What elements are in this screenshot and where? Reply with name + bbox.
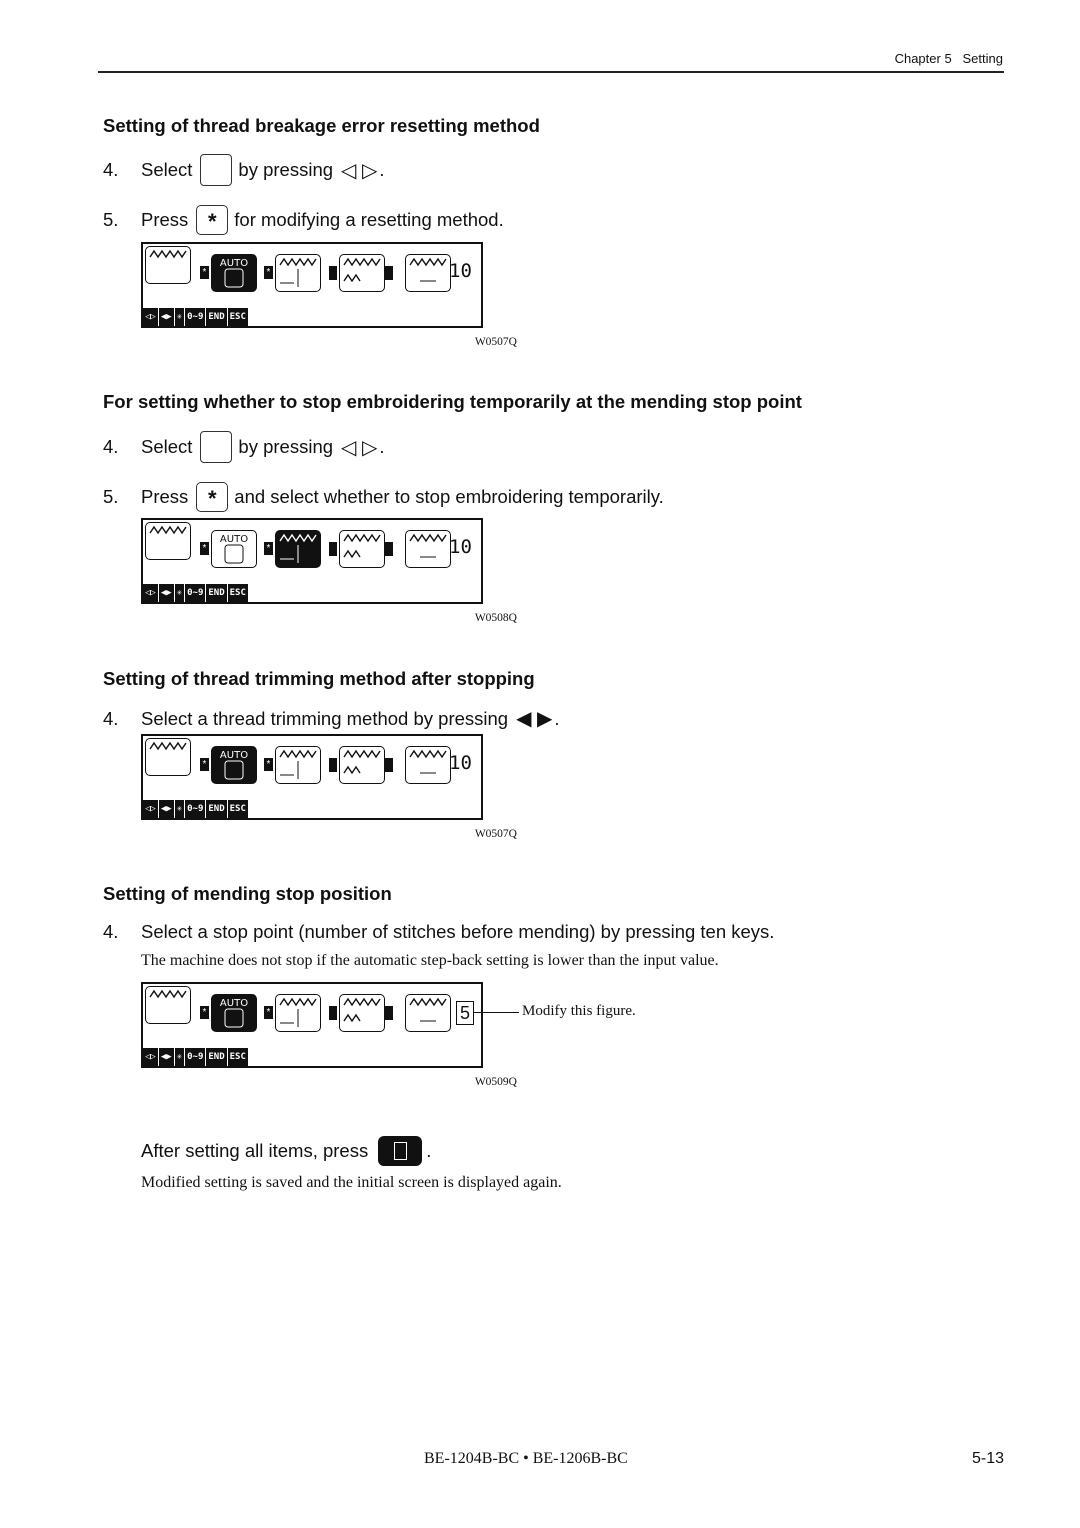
asterisk-key-icon: * xyxy=(196,205,229,235)
lcd-screen-figure: * AUTO * 10 ◁▷ ◀▶ ✳ 0~9 END ESC W0507Q xyxy=(141,734,517,840)
left-right-solid-arrows-icon: ◀ ▶ xyxy=(516,708,553,730)
asterisk-marker: * xyxy=(200,266,209,279)
asterisk-marker: * xyxy=(264,758,273,771)
right-arrow-icon xyxy=(385,1006,393,1020)
svg-text:AUTO: AUTO xyxy=(220,998,248,1009)
lcd-key-bar: ◁▷ ◀▶ ✳ 0~9 END ESC xyxy=(143,800,248,818)
header-rule xyxy=(98,71,1004,73)
step: 4. Select by pressing ◁ ▷. xyxy=(103,431,385,463)
mending-stop-icon xyxy=(275,994,321,1032)
chapter-label: Chapter 5 xyxy=(894,51,952,66)
left-right-outline-arrows-icon: ◁ ▷ xyxy=(341,436,378,459)
stitch-count-icon xyxy=(405,530,451,568)
mending-hand-icon xyxy=(145,738,191,776)
section-label: Setting xyxy=(962,51,1003,66)
thread-trim-icon xyxy=(339,530,385,568)
stop-value: 10 xyxy=(449,536,472,558)
footer-model: BE-1204B-BC • BE-1206B-BC xyxy=(424,1450,628,1467)
mending-stop-icon xyxy=(275,530,321,568)
section-title: Setting of thread trimming method after … xyxy=(103,668,535,689)
mending-stop-icon xyxy=(275,254,321,292)
final-note: Modified setting is saved and the initia… xyxy=(141,1174,562,1191)
section-title: For setting whether to stop embroidering… xyxy=(103,391,802,412)
save-settings-key-icon xyxy=(378,1136,423,1166)
figure-caption: W0509Q xyxy=(474,1076,517,1088)
page-number: 5-13 xyxy=(971,1450,1004,1467)
stitch-count-icon xyxy=(405,254,451,292)
thread-trim-icon xyxy=(339,254,385,292)
mending-stop-icon xyxy=(200,431,233,463)
section-title: Setting of thread breakage error resetti… xyxy=(103,115,540,136)
callout-text: Modify this figure. xyxy=(522,1003,636,1019)
lcd-screen-figure: * AUTO * 10 ◁▷ ◀▶ ✳ 0~9 END ESC W0508Q xyxy=(141,518,517,624)
mending-hand-icon xyxy=(145,246,191,284)
asterisk-marker: * xyxy=(200,542,209,555)
auto-reset-icon: AUTO xyxy=(211,994,257,1032)
auto-reset-icon xyxy=(200,154,233,186)
mending-hand-icon xyxy=(145,522,191,560)
mending-stop-icon xyxy=(275,746,321,784)
lcd-screen-figure: * AUTO * 5 ◁▷ ◀▶ ✳ 0~9 END ESC W0509Q xyxy=(141,982,517,1088)
lcd-key-bar: ◁▷ ◀▶ ✳ 0~9 END ESC xyxy=(143,1048,248,1066)
asterisk-key-icon: * xyxy=(196,482,229,512)
lcd-screen-figure: * AUTO * 10 ◁▷ ◀▶ ✳ 0~9 END ESC W0507Q xyxy=(141,242,517,348)
right-arrow-icon xyxy=(385,266,393,280)
callout-line xyxy=(473,1012,519,1013)
thread-trim-icon xyxy=(339,994,385,1032)
asterisk-marker: * xyxy=(200,758,209,771)
auto-reset-icon: AUTO xyxy=(211,254,257,292)
left-arrow-icon xyxy=(329,542,337,556)
auto-reset-icon: AUTO xyxy=(211,530,257,568)
stop-value: 10 xyxy=(449,260,472,282)
figure-caption: W0507Q xyxy=(474,336,517,348)
mending-hand-icon xyxy=(145,986,191,1024)
stitch-count-icon xyxy=(405,994,451,1032)
left-right-outline-arrows-icon: ◁ ▷ xyxy=(341,159,378,182)
step: 4. Select a thread trimming method by pr… xyxy=(103,707,560,731)
svg-text:AUTO: AUTO xyxy=(220,750,248,761)
stop-value: 10 xyxy=(449,752,472,774)
svg-text:AUTO: AUTO xyxy=(220,534,248,545)
stop-value-box: 5 xyxy=(456,1001,474,1025)
step: 5. Press * for modifying a resetting met… xyxy=(103,205,504,235)
page-header: Chapter 5 Setting xyxy=(895,51,1003,66)
svg-text:AUTO: AUTO xyxy=(220,258,248,269)
step: 4. Select by pressing ◁ ▷. xyxy=(103,154,385,186)
right-arrow-icon xyxy=(385,758,393,772)
left-arrow-icon xyxy=(329,758,337,772)
step: 5. Press * and select whether to stop em… xyxy=(103,482,664,512)
asterisk-marker: * xyxy=(264,266,273,279)
left-arrow-icon xyxy=(329,1006,337,1020)
lcd-key-bar: ◁▷ ◀▶ ✳ 0~9 END ESC xyxy=(143,584,248,602)
figure-caption: W0507Q xyxy=(474,828,517,840)
auto-reset-icon: AUTO xyxy=(211,746,257,784)
asterisk-marker: * xyxy=(200,1006,209,1019)
left-arrow-icon xyxy=(329,266,337,280)
section-title: Setting of mending stop position xyxy=(103,883,392,904)
lcd-key-bar: ◁▷ ◀▶ ✳ 0~9 END ESC xyxy=(143,308,248,326)
final-step: After setting all items, press . xyxy=(141,1136,431,1166)
step: 4. Select a stop point (number of stitch… xyxy=(103,921,775,942)
right-arrow-icon xyxy=(385,542,393,556)
figure-caption: W0508Q xyxy=(474,612,517,624)
thread-trim-icon xyxy=(339,746,385,784)
asterisk-marker: * xyxy=(264,1006,273,1019)
stitch-count-icon xyxy=(405,746,451,784)
asterisk-marker: * xyxy=(264,542,273,555)
step-note: The machine does not stop if the automat… xyxy=(141,952,719,969)
